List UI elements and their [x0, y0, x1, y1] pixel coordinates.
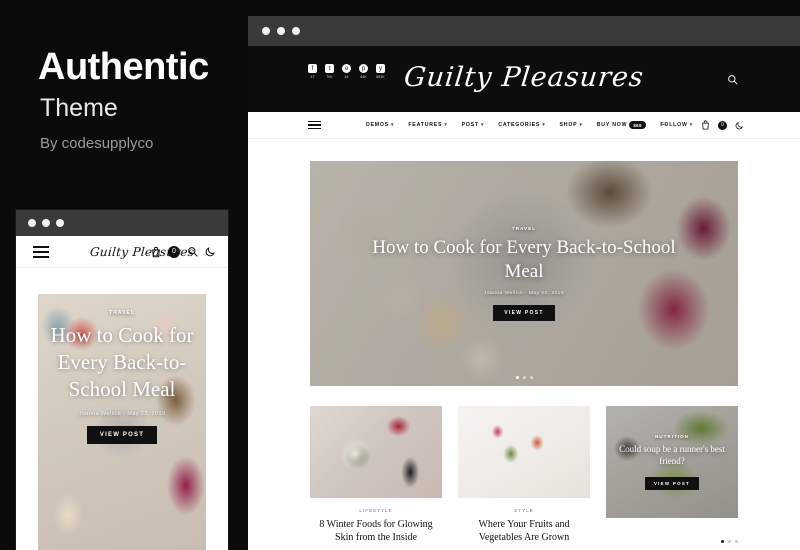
chevron-down-icon: ▾: [542, 122, 546, 128]
mobile-hero-view-post-button[interactable]: VIEW POST: [86, 425, 158, 444]
post-card-grid: Lifestyle 8 Winter Foods for Glowing Ski…: [310, 406, 738, 544]
post-card-2-title[interactable]: Where Your Fruits and Vegetables Are Gro…: [458, 518, 590, 544]
post-card-3-title[interactable]: Could soup be a runner's best friend?: [606, 444, 738, 467]
nav-item-shop[interactable]: SHOP ▾: [560, 122, 583, 128]
hero-slider-dot-1[interactable]: [515, 376, 519, 379]
desktop-window-chrome: [248, 16, 800, 46]
nav-right-actions: FOLLOW ▾ 0: [660, 120, 744, 130]
post-card-1-title[interactable]: 8 Winter Foods for Glowing Skin from the…: [310, 518, 442, 544]
nav-item-post[interactable]: POST ▾: [462, 122, 485, 128]
nav-item-categories[interactable]: CATEGORIES ▾: [498, 122, 545, 128]
mobile-hero-author[interactable]: Joanna Wellick: [79, 411, 122, 417]
hero-meta-separator: ·: [525, 291, 528, 297]
hero-view-post-button[interactable]: VIEW POST: [493, 305, 555, 322]
mobile-hero-date: May 23, 2019: [127, 410, 166, 417]
post-card-3-overlay: Nutrition Could soup be a runner's best …: [606, 406, 738, 518]
post-card-2-category[interactable]: Style: [458, 508, 590, 513]
nav-item-buy-now[interactable]: BUY NOW $69: [597, 121, 646, 129]
hamburger-icon[interactable]: [33, 245, 49, 258]
window-dot-close[interactable]: [262, 27, 270, 35]
price-badge: $69: [629, 121, 646, 129]
hero-title[interactable]: How to Cook for Every Back-to-School Mea…: [359, 236, 689, 285]
nav-item-demos[interactable]: DEMOS ▾: [366, 122, 394, 128]
nav-item-follow[interactable]: FOLLOW ▾: [660, 122, 693, 128]
hero-meta: Joanna Wellick · May 23, 2019: [484, 291, 564, 296]
mobile-hero[interactable]: Travel How to Cook for Every Back-to-Sch…: [16, 268, 228, 550]
window-dot-maximize[interactable]: [56, 219, 64, 227]
window-dot-maximize[interactable]: [292, 27, 300, 35]
cart-count-badge: 0: [168, 245, 180, 258]
mobile-hero-meta-separator: ·: [123, 410, 126, 417]
promo-author: By codesupplyco: [40, 135, 154, 152]
nav-item-features[interactable]: FEATURES ▾: [408, 122, 447, 128]
mobile-hero-title[interactable]: How to Cook for Every Back-to-School Mea…: [47, 322, 197, 403]
search-icon[interactable]: [187, 246, 198, 257]
moon-icon[interactable]: [735, 121, 744, 130]
hero-content: Travel How to Cook for Every Back-to-Sch…: [310, 161, 738, 386]
post-card-3[interactable]: Nutrition Could soup be a runner's best …: [606, 406, 738, 544]
mobile-nav-actions: 0: [151, 245, 216, 258]
chevron-down-icon: ▾: [391, 122, 395, 128]
mobile-hero-content: Travel How to Cook for Every Back-to-Sch…: [38, 294, 206, 550]
nav-menu: DEMOS ▾ FEATURES ▾ POST ▾ CATEGORIES ▾ S…: [366, 121, 668, 129]
hero-slider-dot-2[interactable]: [522, 376, 526, 379]
chevron-down-icon: ▾: [444, 122, 448, 128]
hero-slider-dot-3[interactable]: [529, 376, 533, 379]
site-navigation: DEMOS ▾ FEATURES ▾ POST ▾ CATEGORIES ▾ S…: [248, 112, 800, 139]
promo-title: Authentic: [38, 46, 209, 88]
post-card-1-image[interactable]: [310, 406, 442, 498]
mobile-hero-category-badge[interactable]: Travel: [109, 310, 135, 316]
post-card-2[interactable]: Style Where Your Fruits and Vegetables A…: [458, 406, 590, 544]
hero-category-badge[interactable]: Travel: [512, 226, 536, 231]
mobile-navigation: Guilty Pleasures 0: [16, 236, 228, 268]
hero-date: May 23, 2019: [528, 291, 565, 297]
window-dot-minimize[interactable]: [277, 27, 285, 35]
hero-slider-dots[interactable]: [310, 376, 738, 379]
site-logo[interactable]: Guilty Pleasures: [248, 62, 800, 93]
nav-item-shop-label: SHOP: [559, 122, 578, 128]
chevron-down-icon: ▾: [689, 122, 693, 128]
mobile-browser-mockup: Guilty Pleasures 0 Travel: [16, 210, 228, 550]
search-icon[interactable]: [727, 74, 738, 85]
hero-slider[interactable]: Travel How to Cook for Every Back-to-Sch…: [310, 161, 738, 386]
nav-item-buy-now-label: BUY NOW: [596, 122, 628, 128]
nav-item-post-label: POST: [461, 122, 479, 128]
promo-subtitle: Theme: [40, 94, 118, 122]
post-card-3-view-post-button[interactable]: VIEW POST: [644, 477, 700, 491]
window-dot-minimize[interactable]: [42, 219, 50, 227]
post-card-3-category[interactable]: Nutrition: [655, 434, 689, 439]
nav-item-features-label: FEATURES: [408, 122, 443, 128]
post-card-1-category[interactable]: Lifestyle: [310, 508, 442, 513]
desktop-browser-mockup: f t o p y 47 70K 44 54K 583K Guilty Plea…: [248, 16, 800, 550]
chevron-down-icon: ▾: [579, 122, 583, 128]
nav-item-follow-label: FOLLOW: [660, 122, 688, 128]
cart-icon[interactable]: [701, 120, 710, 130]
post-card-2-image[interactable]: [458, 406, 590, 498]
post-card-1[interactable]: Lifestyle 8 Winter Foods for Glowing Ski…: [310, 406, 442, 544]
pager-dot-2[interactable]: [728, 540, 731, 543]
window-dot-close[interactable]: [28, 219, 36, 227]
moon-icon[interactable]: [205, 246, 216, 257]
hamburger-icon[interactable]: [308, 120, 321, 130]
cart-count-badge: 0: [718, 120, 727, 130]
nav-item-categories-label: CATEGORIES: [498, 122, 541, 128]
mobile-hero-meta: Joanna Wellick · May 23, 2019: [79, 411, 166, 417]
hero-author[interactable]: Joanna Wellick: [484, 291, 523, 296]
cart-icon[interactable]: [151, 246, 161, 258]
nav-item-demos-label: DEMOS: [366, 122, 390, 128]
carousel-pager-dots[interactable]: [721, 540, 738, 543]
pager-dot-1[interactable]: [721, 540, 724, 543]
site-topbar: f t o p y 47 70K 44 54K 583K Guilty Plea…: [248, 46, 800, 112]
mobile-window-chrome: [16, 210, 228, 236]
pager-dot-3[interactable]: [735, 540, 738, 543]
chevron-down-icon: ▾: [480, 122, 485, 128]
